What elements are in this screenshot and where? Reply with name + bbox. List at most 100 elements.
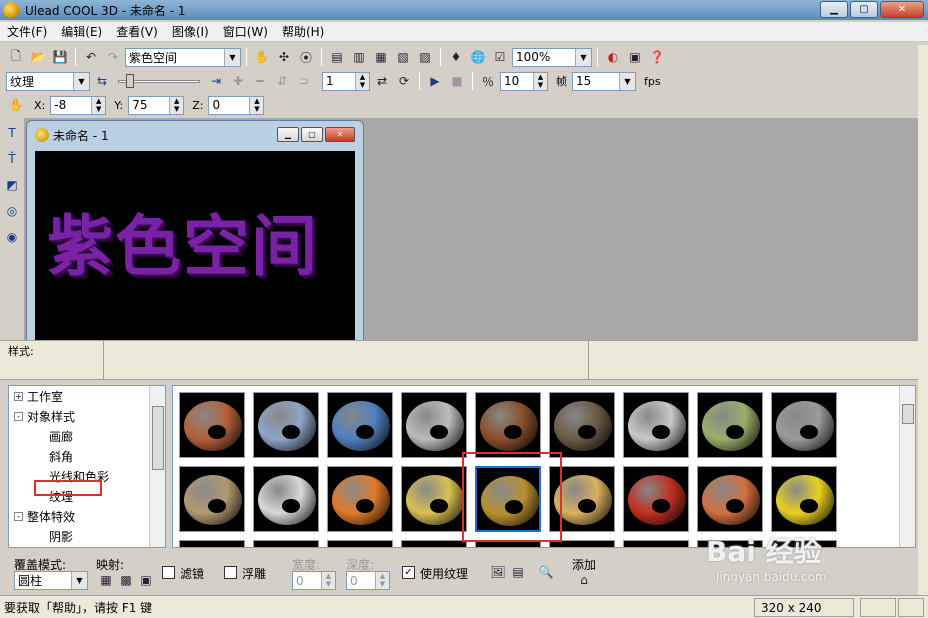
help-icon[interactable]: ❓ [647, 47, 667, 67]
mapping-stretch-icon[interactable]: ▩ [116, 570, 136, 590]
menu-help[interactable]: 帮助(H) [275, 23, 331, 40]
stop-icon[interactable]: ■ [447, 71, 467, 91]
width-spinner[interactable]: 0 ▲ ▼ [292, 571, 336, 590]
maximize-button[interactable]: ▢ [850, 1, 878, 18]
slider-thumb[interactable] [126, 74, 134, 88]
frame-spinner[interactable]: 1 ▲ ▼ [322, 71, 370, 91]
texture-thumbnail-partial[interactable] [623, 540, 689, 547]
emboss-checkbox[interactable] [224, 566, 237, 579]
align-right-icon[interactable]: ▦ [371, 47, 391, 67]
add-keyframe-icon[interactable]: ✚ [228, 71, 248, 91]
ulead-logo-icon[interactable]: ◐ [603, 47, 623, 67]
tree-item[interactable]: - 整体特效 [9, 506, 165, 526]
image-icon[interactable]: ▣ [625, 47, 645, 67]
texture-thumbnail-silver-crumple[interactable] [623, 392, 689, 458]
remove-keyframe-icon[interactable]: ━ [250, 71, 270, 91]
globe-icon[interactable]: 🌐 [468, 47, 488, 67]
render-canvas[interactable]: 紫色空间 [35, 151, 355, 341]
z-spinner[interactable]: 0 ▲ ▼ [208, 95, 265, 115]
tree-expander-icon[interactable]: - [14, 411, 23, 421]
texture-thumbnail-partial[interactable] [253, 540, 319, 547]
minimize-button[interactable]: ▁ [820, 1, 848, 18]
texture-thumbnail-red-brick[interactable] [623, 466, 689, 532]
tree-item[interactable]: - 对象样式 [9, 406, 165, 426]
hand-icon[interactable]: ✋ [252, 47, 272, 67]
text-object-combo[interactable]: 紫色空间 ▼ [125, 47, 241, 67]
texture-thumbnail-tan-sand[interactable] [179, 466, 245, 532]
edit-text-icon[interactable]: Ť [2, 149, 22, 169]
percent-icon[interactable]: ％ [478, 71, 498, 91]
refresh-icon[interactable]: ⟳ [394, 71, 414, 91]
y-spinner[interactable]: 75 ▲ ▼ [128, 95, 185, 115]
texture-thumbnail-partial[interactable] [401, 540, 467, 547]
add-to-gallery-icon[interactable]: ⌂ [574, 570, 594, 590]
texture-thumbnail-gold-light[interactable] [401, 466, 467, 532]
fps-combo[interactable]: 15 ▼ [572, 71, 636, 91]
x-spinner[interactable]: -8 ▲ ▼ [50, 95, 107, 115]
mapping-tile-icon[interactable]: ▦ [96, 570, 116, 590]
close-button[interactable]: ✕ [880, 1, 924, 18]
redo-icon[interactable]: ↷ [103, 47, 123, 67]
tree-scroll-thumb[interactable] [152, 406, 164, 470]
filter-checkbox[interactable] [162, 566, 175, 579]
tree-item[interactable]: + 工作室 [9, 386, 165, 406]
frames-spinner[interactable]: 10 ▲ ▼ [500, 71, 548, 91]
tree-expander-icon[interactable]: + [14, 391, 23, 401]
texture-thumbnail-green-moss[interactable] [697, 392, 763, 458]
texture-thumbnail-blue-stone[interactable] [327, 392, 393, 458]
texture-thumbnail-white-brick[interactable] [401, 392, 467, 458]
overlay-mode-combo[interactable]: 圆柱 ▼ [14, 571, 88, 590]
insert-text-icon[interactable]: T [2, 123, 22, 143]
light-icon[interactable]: ♦ [446, 47, 466, 67]
chart-icon[interactable]: ☑ [490, 47, 510, 67]
keyframe-end-icon[interactable]: ⇥ [206, 71, 226, 91]
texture-thumbnail-grey-stone[interactable] [771, 392, 837, 458]
3d-text-object[interactable]: 紫色空间 [47, 193, 319, 289]
menu-image[interactable]: 图像(I) [165, 23, 216, 40]
menu-view[interactable]: 查看(V) [109, 23, 165, 40]
reverse-icon[interactable]: ⇵ [272, 71, 292, 91]
open-folder-icon[interactable]: 📂 [28, 47, 48, 67]
texture-thumbnail-orange-plastic[interactable] [327, 466, 393, 532]
align-bottom-icon[interactable]: ▨ [415, 47, 435, 67]
load-texture-icon[interactable]: 🖼 [488, 562, 508, 582]
insert-shape-icon[interactable]: ◩ [2, 175, 22, 195]
texture-thumbnail-blue-white-marble[interactable] [253, 392, 319, 458]
gallery-scrollbar[interactable] [899, 386, 915, 547]
rotate-object-icon[interactable]: ✣ [274, 47, 294, 67]
texture-thumbnail-chrome[interactable] [253, 466, 319, 532]
texture-thumbnail-partial[interactable] [179, 540, 245, 547]
texture-thumbnail-orange-brick[interactable] [697, 466, 763, 532]
new-file-icon[interactable]: 🗋 [6, 47, 26, 67]
undo-icon[interactable]: ↶ [81, 47, 101, 67]
menu-file[interactable]: 文件(F) [0, 23, 54, 40]
align-top-icon[interactable]: ▧ [393, 47, 413, 67]
texture-thumbnail-partial[interactable] [327, 540, 393, 547]
menu-edit[interactable]: 编辑(E) [54, 23, 109, 40]
vertical-scrollbar[interactable] [918, 45, 928, 618]
select-icon[interactable]: ◎ [2, 201, 22, 221]
tree-item[interactable]: 斜角 [9, 446, 165, 466]
play-icon[interactable]: ▶ [425, 71, 445, 91]
select-object-icon[interactable]: ⦿ [296, 47, 316, 67]
tree-item[interactable]: 画廊 [9, 426, 165, 446]
move-hand-icon[interactable]: ✋ [6, 95, 26, 115]
timeline-slider[interactable] [114, 73, 204, 89]
keyframe-icon[interactable]: ⇆ [92, 71, 112, 91]
texture-thumbnail-brick-texture[interactable] [179, 392, 245, 458]
doc-maximize-button[interactable]: ▢ [301, 127, 323, 142]
use-texture-checkbox[interactable]: ✓ [402, 566, 415, 579]
geometry-icon[interactable]: ◉ [2, 227, 22, 247]
loop-icon[interactable]: ⊃ [294, 71, 314, 91]
texture-thumbnail-rusty-metal[interactable] [475, 392, 541, 458]
depth-spinner[interactable]: 0 ▲ ▼ [346, 571, 390, 590]
doc-close-button[interactable]: ✕ [325, 127, 355, 142]
save-icon[interactable]: 💾 [50, 47, 70, 67]
zoom-combo[interactable]: 100% ▼ [512, 47, 592, 67]
doc-minimize-button[interactable]: ▁ [277, 127, 299, 142]
align-center-icon[interactable]: ▥ [349, 47, 369, 67]
gallery-scroll-thumb[interactable] [902, 404, 914, 424]
mapping-fit-icon[interactable]: ▣ [136, 570, 156, 590]
swap-icon[interactable]: ⇄ [372, 71, 392, 91]
attribute-combo[interactable]: 纹理 ▼ [6, 71, 90, 91]
